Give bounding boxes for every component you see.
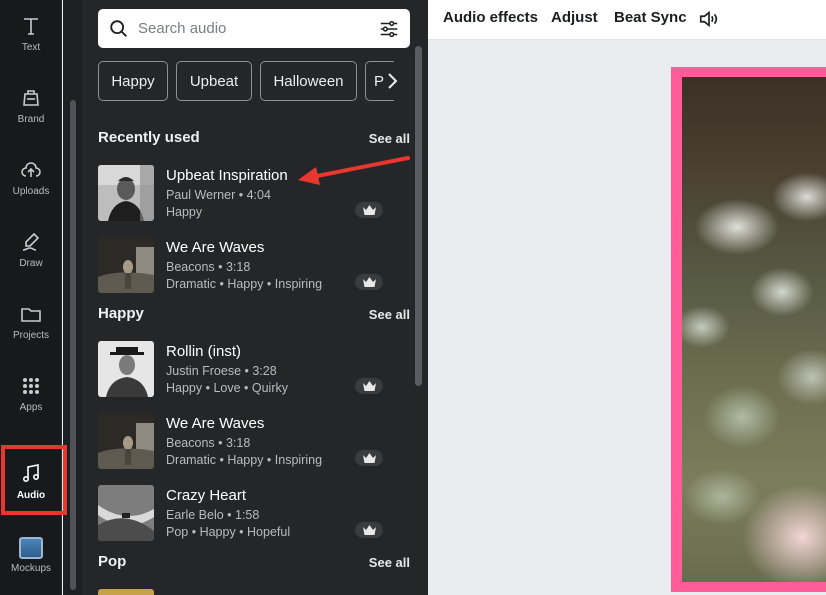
- rail-item-text[interactable]: Text: [0, 0, 62, 66]
- pro-crown-badge: [355, 378, 383, 394]
- chevron-right-icon[interactable]: [386, 72, 398, 90]
- rail-item-label: Mockups: [10, 562, 51, 574]
- music-note-icon: [23, 463, 40, 482]
- track-tags: Dramatic • Happy • Inspiring: [166, 453, 323, 467]
- audio-panel: Happy Upbeat Halloween P Recently used S…: [82, 0, 428, 595]
- track-meta: Beacons • 3:18: [166, 436, 251, 450]
- upload-cloud-icon: [21, 161, 41, 177]
- track-meta: Earle Belo • 1:58: [166, 508, 260, 522]
- nav-rail: Text Brand Uploads Draw Projects Apps Au…: [0, 0, 62, 595]
- track-item[interactable]: Crazy Heart Earle Belo • 1:58 Pop • Happ…: [98, 485, 398, 543]
- track-title: We Are Waves: [166, 239, 265, 256]
- track-tags: Dramatic • Happy • Inspiring: [166, 277, 323, 291]
- section-title-pop: Pop: [98, 553, 127, 570]
- crown-icon: [362, 205, 376, 215]
- panel-scrollbar[interactable]: [415, 46, 422, 386]
- rail-scrollbar-thumb[interactable]: [70, 100, 76, 590]
- track-tags: Happy: [166, 205, 203, 219]
- speaker-icon[interactable]: [698, 8, 720, 30]
- rail-item-label: Text: [21, 41, 41, 53]
- filter-icon[interactable]: [378, 18, 400, 40]
- track-item[interactable]: We Are Waves Beacons • 3:18 Dramatic • H…: [98, 413, 398, 471]
- track-title: We Are Waves: [166, 415, 265, 432]
- section-title-happy: Happy: [98, 305, 144, 322]
- search-box: [98, 9, 410, 48]
- rail-item-apps[interactable]: Apps: [0, 360, 62, 426]
- rail-item-audio[interactable]: Audio: [0, 448, 62, 514]
- adjust-button[interactable]: Adjust: [551, 9, 598, 26]
- editor-toolbar: Audio effects Adjust Beat Sync: [428, 0, 826, 40]
- pro-crown-badge: [355, 202, 383, 218]
- chip-happy[interactable]: Happy: [98, 61, 168, 101]
- crown-icon: [362, 277, 376, 287]
- apps-grid-icon: [23, 377, 39, 394]
- rail-item-label: Audio: [16, 489, 46, 501]
- beat-sync-button[interactable]: Beat Sync: [614, 9, 687, 26]
- rail-item-draw[interactable]: Draw: [0, 216, 62, 282]
- track-title: Upbeat Inspiration: [166, 167, 288, 184]
- track-tags: Happy • Love • Quirky: [166, 381, 288, 395]
- pro-crown-badge: [355, 274, 383, 290]
- rail-item-uploads[interactable]: Uploads: [0, 144, 62, 210]
- crown-icon: [362, 453, 376, 463]
- rail-scroll-strip: [63, 0, 82, 595]
- rail-item-brand[interactable]: Brand: [0, 72, 62, 138]
- rail-item-label: Projects: [12, 329, 50, 341]
- pro-crown-badge: [355, 450, 383, 466]
- track-thumbnail: [98, 237, 154, 293]
- track-meta: Justin Froese • 3:28: [166, 364, 277, 378]
- rail-item-projects[interactable]: Projects: [0, 288, 62, 354]
- track-title: Rollin (inst): [166, 343, 242, 360]
- pro-crown-badge: [355, 522, 383, 538]
- annotation-arrow: [298, 156, 410, 185]
- track-title: Crazy Heart: [166, 487, 247, 504]
- see-all-pop[interactable]: See all: [369, 555, 410, 570]
- search-icon: [110, 20, 127, 37]
- chip-halloween[interactable]: Halloween: [260, 61, 357, 101]
- mockups-icon: [19, 536, 43, 559]
- track-tags: Pop • Happy • Hopeful: [166, 525, 291, 539]
- track-meta: Beacons • 3:18: [166, 260, 251, 274]
- section-title-recently-used: Recently used: [98, 129, 200, 146]
- see-all-happy[interactable]: See all: [369, 307, 410, 322]
- track-thumbnail: [98, 485, 154, 541]
- rail-item-label: Uploads: [12, 185, 50, 197]
- search-input[interactable]: [138, 17, 368, 39]
- see-all-recently-used[interactable]: See all: [369, 131, 410, 146]
- rail-item-label: Apps: [19, 401, 43, 413]
- track-item[interactable]: We Are Waves Beacons • 3:18 Dramatic • H…: [98, 237, 398, 295]
- rail-item-mockups[interactable]: Mockups: [0, 522, 62, 588]
- track-item[interactable]: Rollin (inst) Justin Froese • 3:28 Happy…: [98, 341, 398, 399]
- text-icon: [24, 17, 38, 35]
- track-thumbnail: [98, 413, 154, 469]
- chip-upbeat[interactable]: Upbeat: [176, 61, 252, 101]
- track-thumbnail: [98, 341, 154, 397]
- track-thumbnail: [98, 589, 154, 595]
- track-thumbnail: [98, 165, 154, 221]
- draw-icon: [22, 232, 40, 251]
- track-meta: Paul Werner • 4:04: [166, 188, 271, 202]
- filter-chips: Happy Upbeat Halloween P: [98, 61, 394, 101]
- audio-effects-button[interactable]: Audio effects: [443, 9, 538, 26]
- brand-icon: [23, 89, 39, 106]
- rail-item-label: Draw: [19, 257, 43, 269]
- rail-item-label: Brand: [17, 113, 45, 125]
- crown-icon: [362, 381, 376, 391]
- crown-icon: [362, 525, 376, 535]
- garden-photo[interactable]: [682, 77, 826, 582]
- folder-icon: [21, 307, 41, 322]
